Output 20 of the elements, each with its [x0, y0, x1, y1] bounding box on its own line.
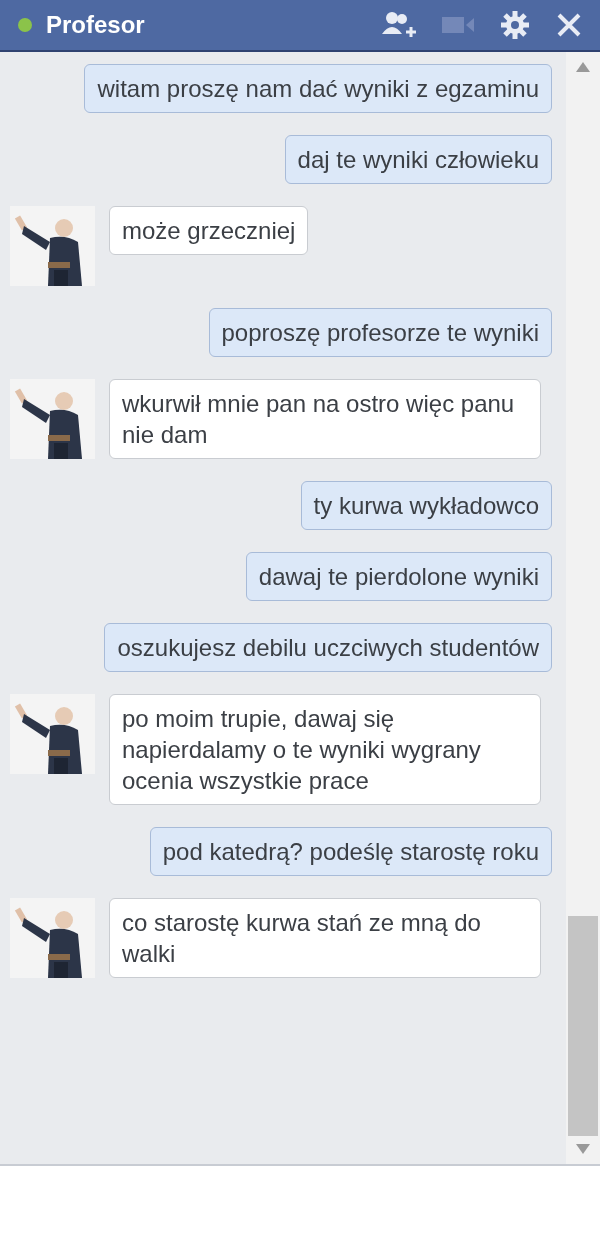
sent-message: oszukujesz debilu uczciwych studentów — [104, 623, 552, 672]
received-message: co starostę kurwa stań ze mną do walki — [109, 898, 541, 978]
close-icon[interactable] — [556, 12, 582, 38]
sent-message: pod katedrą? podeślę starostę roku — [149, 827, 552, 876]
add-person-icon[interactable] — [382, 10, 416, 40]
received-message: wkurwił mnie pan na ostro więc panu nie dam — [109, 379, 541, 459]
scroll-down-icon[interactable] — [576, 1144, 590, 1154]
sent-message: dawaj te pierdolone wyniki — [245, 552, 552, 601]
chat-title: Profesor — [46, 11, 146, 39]
scroll-thumb[interactable] — [568, 916, 598, 1136]
sent-message: daj te wyniki człowieku — [284, 135, 552, 184]
received-message: po moim trupie, dawaj się napierdalamy o te wyniki wygrany ocenia wszystkie prace — [109, 694, 541, 805]
received-message: może grzeczniej — [109, 206, 309, 255]
sent-message: witam proszę nam dać wyniki z egzaminu — [84, 64, 552, 113]
video-camera-icon[interactable] — [442, 15, 474, 35]
settings-icon[interactable] — [500, 10, 530, 40]
scroll-up-icon[interactable] — [576, 62, 590, 72]
sent-message: poproszę profesorze te wyniki — [208, 308, 552, 357]
sent-message: ty kurwa wykładowco — [300, 481, 552, 530]
scrollbar[interactable] — [566, 52, 600, 1164]
